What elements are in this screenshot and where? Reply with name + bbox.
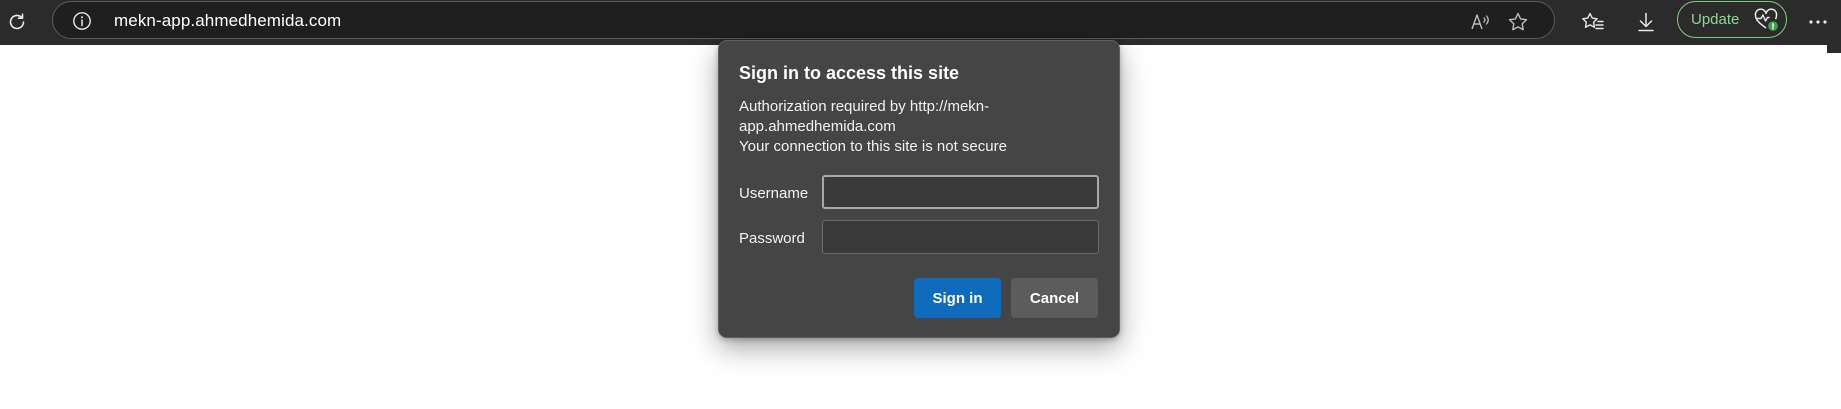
browser-essentials-icon <box>1753 7 1779 33</box>
auth-required-text-line1: Authorization required by http://mekn- <box>739 98 990 115</box>
browser-toolbar: mekn-app.ahmedhemida.com Update <box>0 0 1841 45</box>
sign-in-button[interactable]: Sign in <box>914 278 1001 318</box>
read-aloud-icon[interactable] <box>1468 9 1494 35</box>
password-input[interactable] <box>822 220 1099 254</box>
password-label: Password <box>739 230 805 247</box>
auth-required-text-line2: app.ahmedhemida.com <box>739 118 896 135</box>
not-secure-text: Your connection to this site is not secu… <box>739 138 1007 155</box>
update-button[interactable]: Update <box>1677 1 1787 38</box>
update-label: Update <box>1691 11 1740 28</box>
refresh-icon[interactable] <box>0 4 35 40</box>
url-text[interactable]: mekn-app.ahmedhemida.com <box>114 11 341 31</box>
username-label: Username <box>739 185 809 202</box>
dialog-message: Authorization required by http://mekn- a… <box>739 97 1069 157</box>
more-icon[interactable] <box>1800 4 1836 40</box>
dialog-title: Sign in to access this site <box>739 63 960 83</box>
cancel-button[interactable]: Cancel <box>1011 278 1098 318</box>
address-bar[interactable]: mekn-app.ahmedhemida.com <box>52 1 1555 39</box>
page-frame-edge <box>1827 45 1841 53</box>
sign-in-dialog: Sign in to access this site Authorizatio… <box>718 40 1120 338</box>
download-icon[interactable] <box>1628 4 1664 40</box>
star-icon[interactable] <box>1505 9 1531 35</box>
favorites-icon[interactable] <box>1575 4 1611 40</box>
info-icon[interactable] <box>69 8 95 34</box>
username-input[interactable] <box>822 175 1099 209</box>
